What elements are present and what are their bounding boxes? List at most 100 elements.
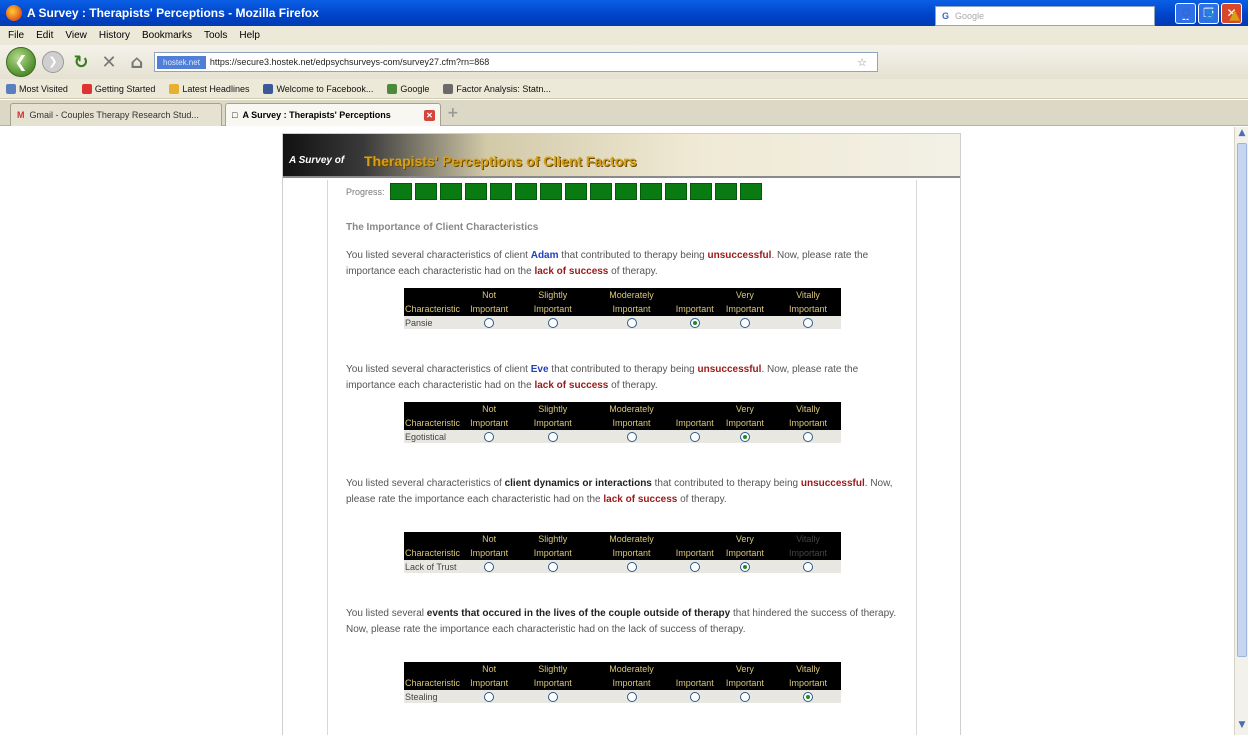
bookmark-label: Latest Headlines (182, 83, 250, 94)
rating-radio[interactable] (547, 691, 558, 702)
column-header: Slightly Important (517, 402, 589, 430)
rating-radio[interactable] (739, 431, 750, 442)
progress-segment (489, 183, 512, 200)
rating-radio[interactable] (739, 691, 750, 702)
home-icon[interactable]: ⌂ (126, 52, 148, 73)
characteristic-label: Stealing (404, 690, 462, 703)
rating-radio[interactable] (547, 317, 558, 328)
close-tab-icon[interactable]: ✕ (424, 109, 435, 121)
survey-body: Progress: The Importance of Client Chara… (327, 180, 917, 735)
rating-radio[interactable] (547, 561, 558, 572)
tab-survey[interactable]: □ A Survey : Therapists' Perceptions ✕ (225, 103, 441, 126)
question-4-text: You listed several events that occured i… (346, 606, 906, 638)
page-icon: □ (232, 110, 238, 120)
rating-radio[interactable] (626, 317, 637, 328)
column-header: Very Important (714, 288, 775, 316)
column-header: Important (674, 288, 715, 316)
bookmark-item[interactable]: Google (387, 83, 430, 94)
rating-cell (674, 430, 715, 443)
rating-radio[interactable] (689, 431, 700, 442)
menu-bookmarks[interactable]: Bookmarks (142, 30, 192, 41)
skype-icon[interactable]: S (1205, 7, 1215, 23)
outcome: unsuccessful (707, 250, 772, 261)
client-name: Eve (530, 364, 549, 375)
column-header: Not Important (461, 662, 518, 690)
progress-segment (464, 183, 487, 200)
scroll-up-icon[interactable]: ▲ (1236, 128, 1248, 142)
new-tab-button[interactable]: + (447, 105, 459, 121)
text: of therapy. (608, 266, 658, 277)
menu-help[interactable]: Help (239, 30, 260, 41)
back-button[interactable]: ❮ (6, 47, 36, 77)
bookmark-item[interactable]: Latest Headlines (169, 83, 250, 94)
rating-radio[interactable] (689, 561, 700, 572)
getting-started-icon (81, 83, 92, 94)
scroll-down-icon[interactable]: ▼ (1236, 720, 1248, 734)
rating-radio[interactable] (803, 431, 813, 442)
column-header: Very Important (714, 402, 775, 430)
rating-radio[interactable] (626, 431, 637, 442)
rating-cell (517, 560, 589, 573)
bookmark-label: Google (400, 83, 430, 94)
progress-segment (514, 183, 537, 200)
reload-icon[interactable]: ↻ (70, 52, 92, 73)
rating-cell (714, 316, 775, 329)
rating-radio[interactable] (484, 691, 495, 702)
rating-radio[interactable] (484, 431, 495, 442)
vertical-scrollbar[interactable]: ▲ ▼ (1234, 127, 1248, 735)
page-content: A Survey of Therapists' Perceptions of C… (0, 127, 1234, 735)
rating-radio[interactable] (803, 691, 813, 702)
text: that contributed to therapy being (548, 364, 698, 375)
rating-cell (517, 430, 589, 443)
rating-radio[interactable] (689, 317, 700, 328)
column-header: Vitally Important (775, 662, 841, 690)
column-header: Moderately Important (588, 288, 675, 316)
rating-radio[interactable] (484, 317, 495, 328)
bookmark-item[interactable]: Most Visited (6, 83, 68, 94)
characteristic-label: Egotistical (404, 430, 462, 443)
menu-edit[interactable]: Edit (36, 30, 53, 41)
site-identity-button[interactable]: hostek.net (157, 55, 206, 69)
progress-segment (414, 183, 437, 200)
progress-segment (564, 183, 587, 200)
progress-label: Progress: (346, 186, 385, 197)
menu-file[interactable]: File (8, 30, 24, 41)
rating-table-4: Characteristic Not Important Slightly Impo… (404, 662, 841, 703)
rating-radio[interactable] (626, 561, 637, 572)
addon-icon[interactable]: ▲ (1229, 7, 1240, 23)
bookmark-item[interactable]: Factor Analysis: Statn... (443, 83, 551, 94)
table-row: Stealing (404, 690, 841, 703)
rating-cell (714, 690, 775, 703)
statn-icon (443, 83, 454, 94)
rss-feed-icon (169, 83, 180, 94)
tab-gmail[interactable]: M Gmail - Couples Therapy Research Stud.… (10, 103, 222, 126)
text: You listed several (346, 608, 427, 619)
rating-radio[interactable] (803, 561, 813, 572)
rating-radio[interactable] (739, 561, 750, 572)
rating-radio[interactable] (626, 691, 637, 702)
search-go-icon[interactable]: ⚲ (1181, 7, 1191, 23)
rating-radio[interactable] (739, 317, 750, 328)
rating-radio[interactable] (484, 561, 495, 572)
bookmark-item[interactable]: Welcome to Facebook... (263, 83, 373, 94)
stop-icon[interactable]: ✕ (98, 52, 120, 73)
menu-tools[interactable]: Tools (204, 30, 227, 41)
bookmark-star-icon[interactable]: ☆ (857, 56, 867, 69)
menu-view[interactable]: View (65, 30, 87, 41)
text: You listed several characteristics of (346, 478, 505, 489)
rating-radio[interactable] (803, 317, 813, 328)
url-text[interactable]: https://secure3.hostek.net/edpsychsurvey… (210, 57, 489, 67)
section-heading: The Importance of Client Characteristics (346, 222, 539, 233)
menu-history[interactable]: History (99, 30, 130, 41)
bookmark-item[interactable]: Getting Started (81, 83, 155, 94)
column-header: Characteristic (404, 532, 462, 560)
column-header: Important (674, 532, 715, 560)
emphasis: lack of success (534, 266, 609, 277)
address-bar[interactable]: hostek.net https://secure3.hostek.net/ed… (154, 52, 878, 72)
search-input[interactable]: G Google (935, 6, 1155, 26)
rating-radio[interactable] (689, 691, 700, 702)
forward-button[interactable]: ❯ (42, 51, 64, 73)
rating-radio[interactable] (547, 431, 558, 442)
rating-table-3: Characteristic Not Important Slightly Impo… (404, 532, 841, 573)
scroll-thumb[interactable] (1237, 143, 1247, 657)
